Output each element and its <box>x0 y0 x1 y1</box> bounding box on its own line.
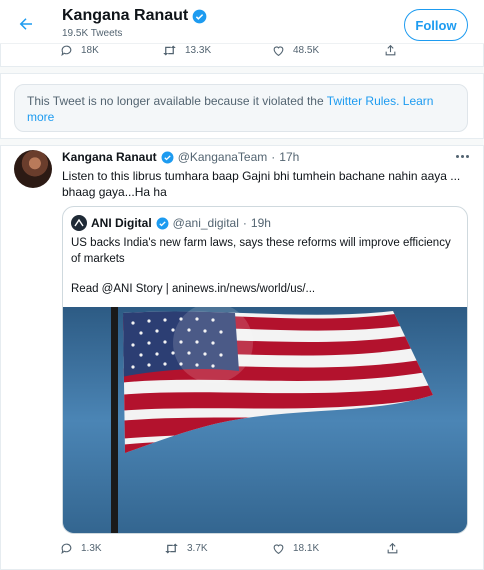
heart-icon <box>273 46 284 57</box>
share-icon <box>387 542 398 554</box>
follow-button[interactable]: Follow <box>404 9 468 41</box>
share-icon <box>385 44 396 56</box>
more-options-button[interactable] <box>452 148 472 164</box>
header-title: Kangana Ranaut <box>62 7 207 25</box>
retweet-icon <box>165 543 178 554</box>
reply-action[interactable]: 18K <box>60 44 99 57</box>
tweet-actions: 1.3K 3.7K 18.1K <box>60 542 420 560</box>
section-divider <box>0 66 484 74</box>
like-action[interactable]: 48.5K <box>272 44 319 57</box>
reply-action[interactable]: 1.3K <box>60 542 102 555</box>
verified-badge-icon <box>192 9 207 24</box>
unavailable-tweet-notice: This Tweet is no longer available becaus… <box>14 84 468 132</box>
like-count: 48.5K <box>293 45 320 56</box>
quoted-tweet-card[interactable]: ANI Digital @ani_digital · 19h US backs … <box>62 206 468 534</box>
retweet-action[interactable]: 13.3K <box>162 44 211 57</box>
tweet-timestamp[interactable]: 17h <box>279 150 299 164</box>
share-action[interactable] <box>384 44 397 57</box>
reply-icon <box>61 543 72 555</box>
share-action[interactable] <box>386 542 399 555</box>
previous-tweet-actions: 18K 13.3K 48.5K <box>60 44 420 62</box>
reply-count: 1.3K <box>81 543 102 554</box>
retweet-action[interactable]: 3.7K <box>164 542 208 555</box>
quoted-author-handle: @ani_digital <box>172 216 239 230</box>
retweet-count: 3.7K <box>187 543 208 554</box>
arrow-left-icon <box>19 18 32 30</box>
heart-icon <box>273 544 284 555</box>
avatar[interactable] <box>14 150 52 188</box>
quoted-avatar <box>71 215 87 231</box>
notice-text: This Tweet is no longer available becaus… <box>27 94 327 108</box>
quoted-timestamp: 19h <box>250 216 271 230</box>
twitter-rules-link[interactable]: Twitter Rules. <box>327 94 400 108</box>
quoted-author-name: ANI Digital <box>91 216 152 230</box>
us-flag-image[interactable] <box>63 307 467 533</box>
more-dots-icon <box>455 154 459 158</box>
ani-logo-icon <box>74 218 84 227</box>
meta-separator: · <box>242 216 247 230</box>
section-divider <box>0 138 484 146</box>
header-tweet-count: 19.5K Tweets <box>62 28 123 39</box>
reply-icon <box>61 45 72 57</box>
quoted-tweet-header: ANI Digital @ani_digital · 19h <box>71 215 271 231</box>
like-count: 18.1K <box>293 543 320 554</box>
profile-header: Kangana Ranaut 19.5K Tweets Follow <box>0 0 484 44</box>
reply-count: 18K <box>81 45 99 56</box>
tweet-text: Listen to this librus tumhara baap Gajni… <box>62 169 461 199</box>
retweet-count: 13.3K <box>185 45 212 56</box>
verified-badge-icon <box>156 217 169 230</box>
quoted-read-more-text: Read @ANI Story | aninews.in/news/world/… <box>71 283 316 295</box>
like-action[interactable]: 18.1K <box>272 542 319 555</box>
tweet-header: Kangana Ranaut @KanganaTeam · 17h <box>62 150 299 164</box>
header-profile-name: Kangana Ranaut <box>62 7 189 24</box>
verified-badge-icon <box>161 151 174 164</box>
tweet-author-name[interactable]: Kangana Ranaut <box>62 150 157 164</box>
tweet-author-handle[interactable]: @KanganaTeam <box>178 150 268 164</box>
back-button[interactable] <box>12 10 40 38</box>
quoted-tweet-text: US backs India's new farm laws, says the… <box>71 237 451 265</box>
retweet-icon <box>163 45 176 56</box>
meta-separator: · <box>271 150 276 164</box>
